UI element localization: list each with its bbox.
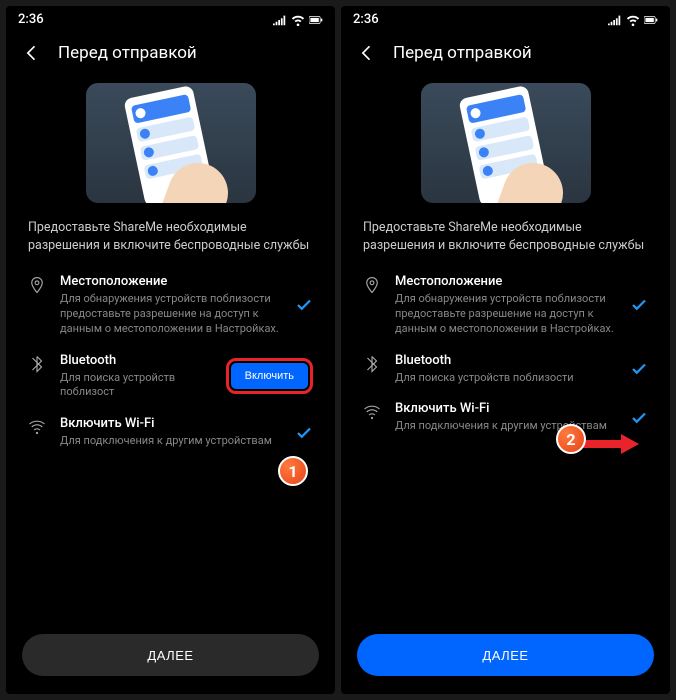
back-icon[interactable]	[22, 43, 42, 63]
perm-location: Местоположение Для обнаружения устройств…	[341, 268, 670, 347]
bluetooth-icon	[363, 355, 381, 373]
enable-button[interactable]: Включить	[231, 363, 308, 389]
perm-wifi-title: Включить Wi-Fi	[395, 401, 616, 416]
step-marker-2: 2	[556, 424, 586, 454]
subtitle: Предоставьте ShareMe необходимые разреше…	[341, 219, 670, 268]
perm-location-desc: Для обнаружения устройств поблизости пре…	[395, 292, 616, 337]
wifi-status-icon	[626, 14, 640, 26]
phone-screen-right: 2:36 Перед отправкой Предоставьте ShareM…	[341, 6, 670, 694]
signal-icon	[608, 14, 622, 26]
perm-bluetooth-desc: Для поиска устройств поблизост	[60, 371, 212, 401]
perm-location-title: Местоположение	[60, 274, 281, 289]
signal-icon	[273, 14, 287, 26]
perm-bluetooth: Bluetooth Для поиска устройств поблизост…	[6, 347, 335, 411]
subtitle: Предоставьте ShareMe необходимые разреше…	[6, 219, 335, 268]
status-icons	[608, 14, 658, 26]
bluetooth-icon	[28, 355, 46, 373]
phone-screen-left: 2:36 Перед отправкой Предоставьте ShareM…	[6, 6, 335, 694]
perm-location-title: Местоположение	[395, 274, 616, 289]
status-bar: 2:36	[6, 6, 335, 33]
next-button[interactable]: ДАЛЕЕ	[22, 634, 319, 676]
page-title: Перед отправкой	[58, 43, 197, 63]
check-icon	[630, 296, 648, 314]
perm-wifi: Включить Wi-Fi Для подключения к другим …	[6, 410, 335, 459]
next-button[interactable]: ДАЛЕЕ	[357, 634, 654, 676]
wifi-status-icon	[291, 14, 305, 26]
check-icon	[295, 424, 313, 442]
wifi-icon	[28, 418, 46, 436]
perm-location-desc: Для обнаружения устройств поблизости пре…	[60, 292, 281, 337]
status-time: 2:36	[18, 12, 44, 27]
check-icon	[630, 409, 648, 427]
perm-bluetooth-desc: Для поиска устройств поблизости	[395, 371, 616, 386]
perm-bluetooth-title: Bluetooth	[60, 353, 212, 368]
status-icons	[273, 14, 323, 26]
check-icon	[295, 296, 313, 314]
battery-icon	[309, 14, 323, 26]
back-icon[interactable]	[357, 43, 377, 63]
arrow-icon	[579, 434, 639, 454]
perm-wifi-desc: Для подключения к другим устройствам	[60, 434, 281, 449]
perm-location: Местоположение Для обнаружения устройств…	[6, 268, 335, 347]
illustration	[6, 73, 335, 219]
status-bar: 2:36	[341, 6, 670, 33]
battery-icon	[644, 14, 658, 26]
header: Перед отправкой	[341, 33, 670, 73]
wifi-icon	[363, 403, 381, 421]
step-marker-1: 1	[278, 456, 308, 486]
status-time: 2:36	[353, 12, 379, 27]
perm-wifi-title: Включить Wi-Fi	[60, 416, 281, 431]
page-title: Перед отправкой	[393, 43, 532, 63]
check-icon	[630, 360, 648, 378]
perm-bluetooth: Bluetooth Для поиска устройств поблизост…	[341, 347, 670, 396]
header: Перед отправкой	[6, 33, 335, 73]
location-icon	[28, 276, 46, 294]
perm-bluetooth-title: Bluetooth	[395, 353, 616, 368]
illustration	[341, 73, 670, 219]
enable-highlight: Включить	[226, 358, 313, 394]
location-icon	[363, 276, 381, 294]
